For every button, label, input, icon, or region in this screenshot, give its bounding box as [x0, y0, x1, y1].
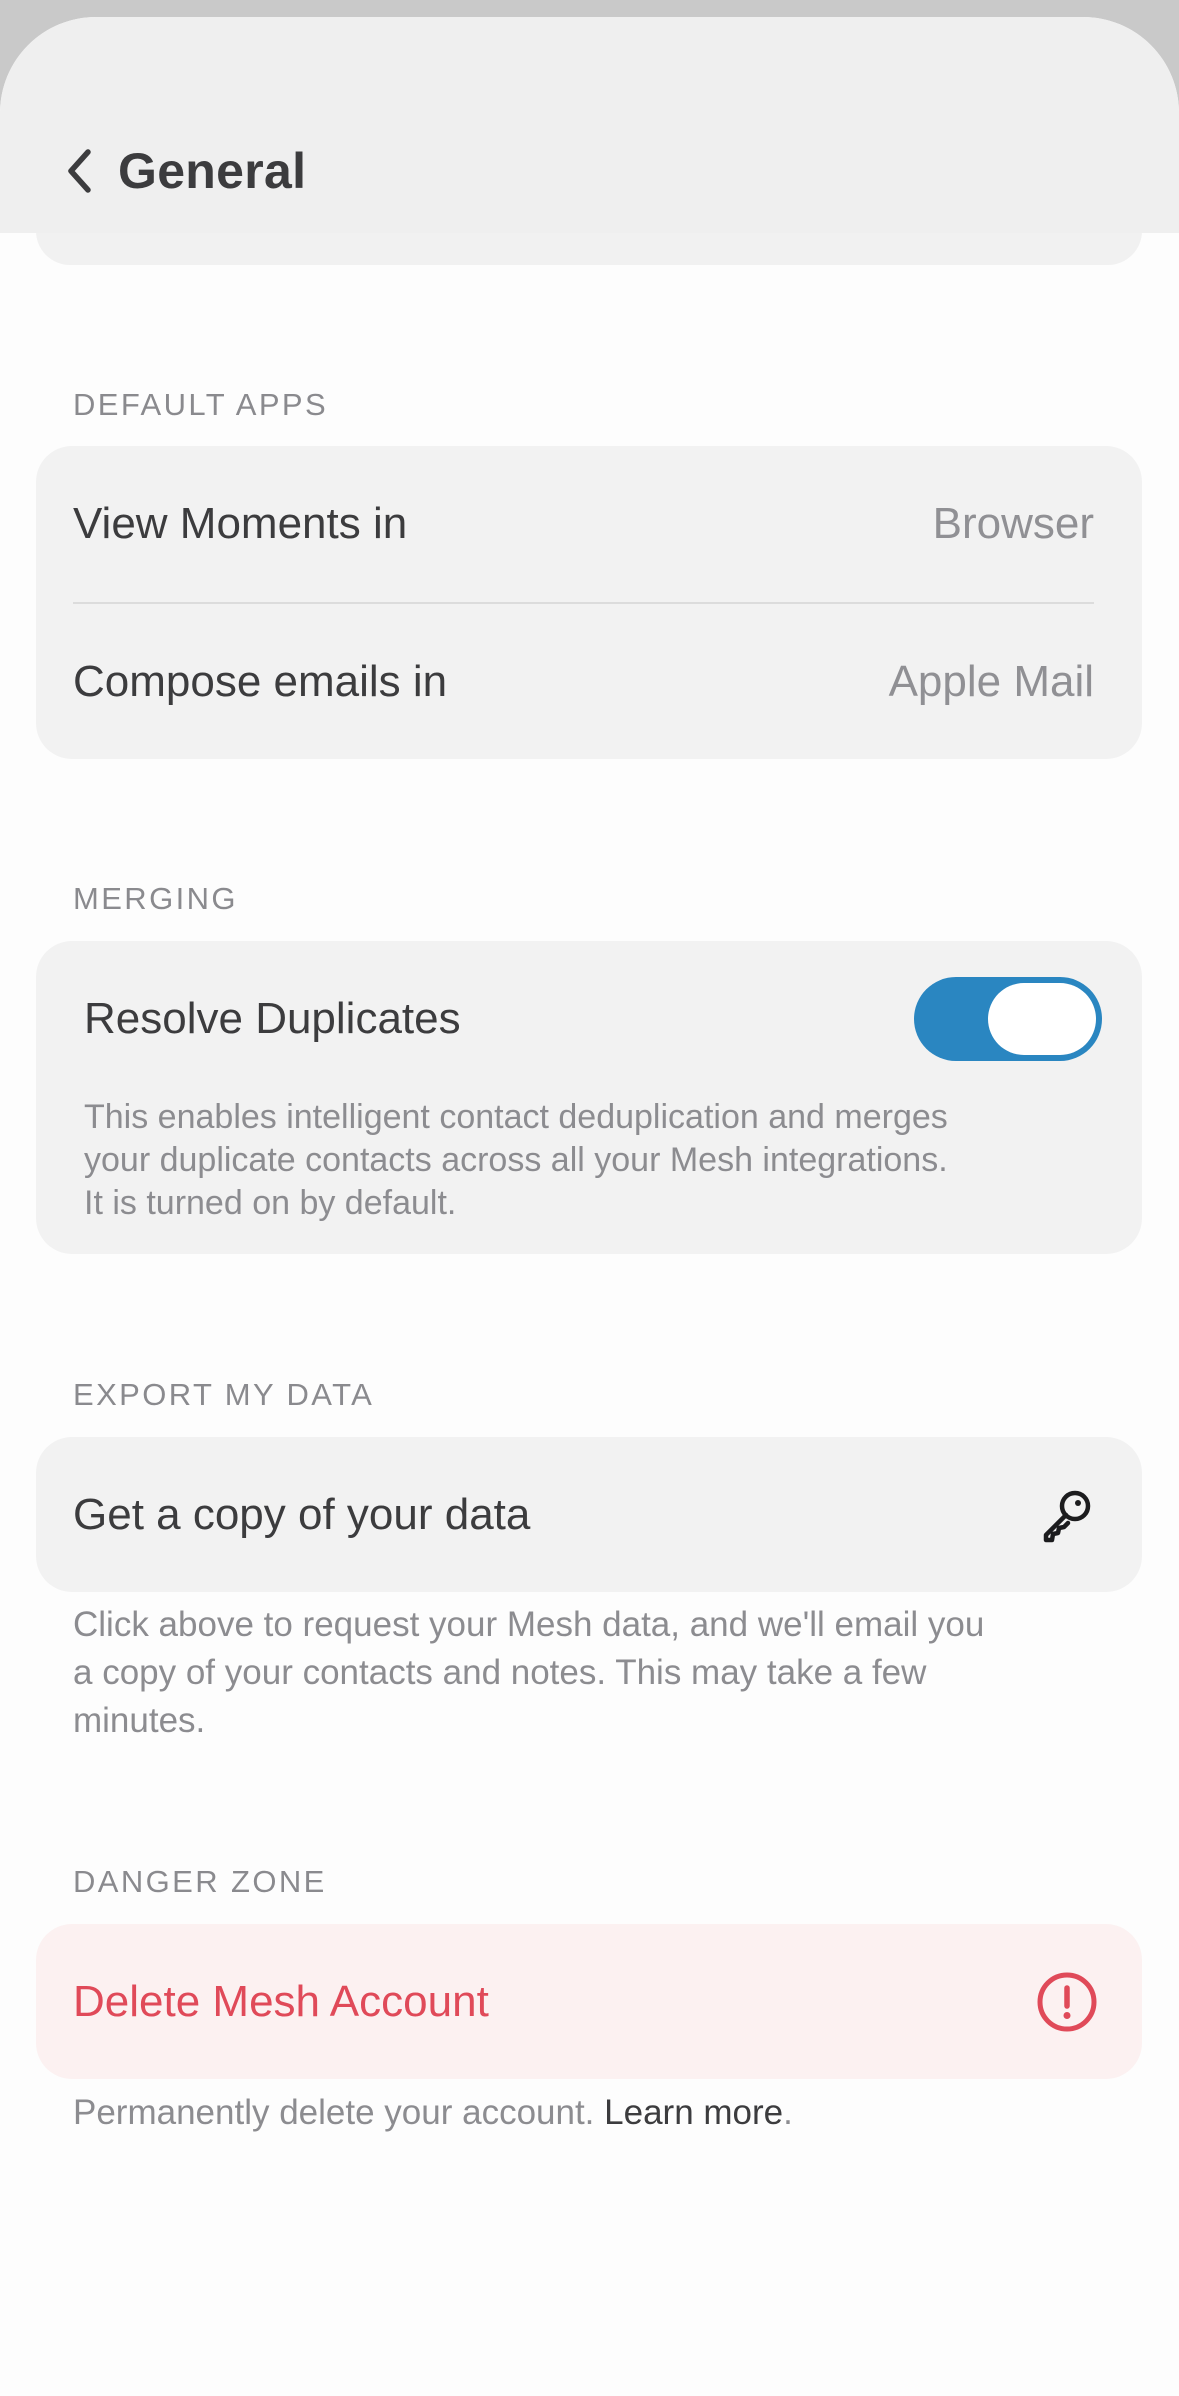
settings-sheet: General DEFAULT APPS View Moments in Bro…: [0, 17, 1179, 2396]
chevron-left-icon: [66, 148, 92, 194]
section-label-export: EXPORT MY DATA: [73, 1377, 375, 1412]
back-button[interactable]: General: [66, 121, 306, 221]
section-label-default-apps: DEFAULT APPS: [73, 387, 329, 422]
delete-account-button[interactable]: Delete Mesh Account: [36, 1924, 1142, 2079]
learn-more-link[interactable]: Learn more: [604, 2093, 783, 2132]
delete-label: Delete Mesh Account: [73, 1976, 489, 2026]
helper-line: Click above to request your Mesh data, a…: [73, 1605, 985, 1644]
alert-circle-icon: [1032, 1967, 1102, 2037]
section-label-danger: DANGER ZONE: [73, 1864, 327, 1899]
danger-helper-text: Permanently delete your account. Learn m…: [73, 2089, 1093, 2137]
export-data-button[interactable]: Get a copy of your data: [36, 1437, 1142, 1592]
delete-row: Delete Mesh Account: [73, 1924, 1102, 2079]
helper-line: a copy of your contacts and notes. This …: [73, 1653, 927, 1692]
row-compose-emails[interactable]: Compose emails in Apple Mail: [73, 604, 1094, 759]
export-label: Get a copy of your data: [73, 1489, 531, 1539]
row-value: Browser: [932, 499, 1094, 548]
resolve-duplicates-toggle[interactable]: [914, 977, 1102, 1061]
export-helper-text: Click above to request your Mesh data, a…: [73, 1601, 1093, 1745]
resolve-description: This enables intelligent contact dedupli…: [84, 1096, 1114, 1225]
description-line: It is turned on by default.: [84, 1184, 457, 1222]
key-icon: [1032, 1480, 1102, 1550]
default-apps-card: View Moments in Browser Compose emails i…: [36, 446, 1142, 759]
page-title: General: [118, 143, 307, 199]
row-view-moments[interactable]: View Moments in Browser: [73, 446, 1094, 602]
helper-period: .: [783, 2093, 793, 2132]
description-line: This enables intelligent contact dedupli…: [84, 1098, 948, 1136]
row-label: View Moments in: [73, 499, 408, 548]
nav-header: General: [0, 17, 1179, 233]
resolve-duplicates-label: Resolve Duplicates: [84, 994, 461, 1043]
section-label-merging: MERGING: [73, 881, 238, 916]
danger-helper-copy: Permanently delete your account.: [73, 2093, 605, 2132]
export-row: Get a copy of your data: [73, 1437, 1102, 1592]
toggle-knob: [988, 983, 1096, 1055]
helper-line: minutes.: [73, 1701, 206, 1740]
merging-card: Resolve Duplicates This enables intellig…: [36, 941, 1142, 1254]
row-value: Apple Mail: [888, 656, 1094, 706]
description-line: your duplicate contacts across all your …: [84, 1141, 948, 1179]
row-label: Compose emails in: [73, 656, 448, 706]
